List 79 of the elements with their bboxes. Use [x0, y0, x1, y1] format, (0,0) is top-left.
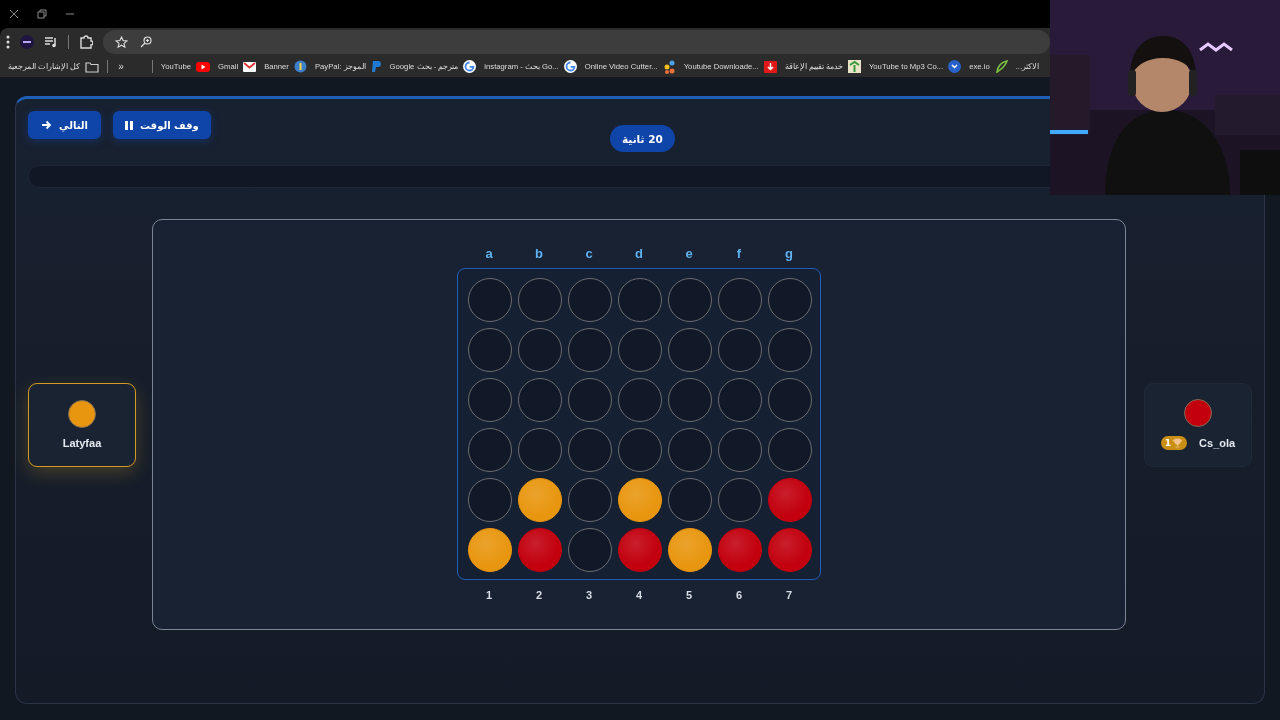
empty-slot[interactable]: [668, 278, 712, 322]
trophy-icon: [1172, 438, 1184, 448]
wins-badge: 1: [1160, 436, 1188, 450]
extension-icon[interactable]: [79, 35, 93, 49]
column-label: e: [684, 246, 694, 263]
globe-icon: [293, 60, 307, 73]
column-label: c: [584, 246, 594, 263]
empty-slot[interactable]: [468, 428, 512, 472]
empty-slot[interactable]: [718, 328, 762, 372]
empty-slot[interactable]: [768, 378, 812, 422]
restore-icon[interactable]: [37, 9, 47, 19]
empty-slot[interactable]: [768, 428, 812, 472]
leaf-icon: [994, 60, 1008, 73]
player-name: Latyfaa: [62, 437, 102, 449]
google-icon: [463, 60, 477, 73]
more-bookmarks-button[interactable]: »: [118, 61, 124, 72]
column-label: g: [784, 246, 794, 263]
column-label: a: [484, 246, 494, 263]
empty-slot[interactable]: [718, 378, 762, 422]
arrow-icon: [41, 120, 53, 130]
close-icon[interactable]: [9, 9, 19, 19]
empty-slot[interactable]: [768, 328, 812, 372]
column-number: 4: [634, 589, 644, 601]
column-number: 5: [684, 589, 694, 601]
empty-slot[interactable]: [568, 328, 612, 372]
paypal-icon: [370, 60, 382, 73]
play-icon: [196, 61, 211, 72]
folder-icon: [85, 60, 100, 73]
empty-slot[interactable]: [518, 378, 562, 422]
empty-slot[interactable]: [518, 328, 562, 372]
empty-slot[interactable]: [618, 278, 662, 322]
empty-slot[interactable]: [718, 428, 762, 472]
menu-icon[interactable]: [6, 35, 10, 49]
empty-slot[interactable]: [468, 328, 512, 372]
dots-icon: [662, 59, 676, 74]
empty-slot[interactable]: [568, 428, 612, 472]
board-disc[interactable]: [668, 528, 712, 572]
pause-button[interactable]: وقف الوقت: [113, 111, 211, 139]
column-number: 1: [484, 589, 494, 601]
empty-slot[interactable]: [618, 328, 662, 372]
empty-slot[interactable]: [468, 378, 512, 422]
empty-slot[interactable]: [668, 328, 712, 372]
player-name: Cs_ola: [1199, 437, 1236, 449]
column-number: 6: [734, 589, 744, 601]
column-label: d: [634, 246, 644, 263]
mail-icon: [243, 61, 257, 72]
empty-slot[interactable]: [718, 278, 762, 322]
empty-slot[interactable]: [618, 428, 662, 472]
star-icon[interactable]: [115, 35, 128, 49]
board-disc[interactable]: [468, 528, 512, 572]
download-icon: [763, 60, 777, 73]
empty-slot[interactable]: [668, 428, 712, 472]
board-disc[interactable]: [618, 478, 662, 522]
next-button[interactable]: التالي: [28, 111, 101, 139]
profile-icon[interactable]: [20, 35, 34, 49]
empty-slot[interactable]: [618, 378, 662, 422]
column-number: 2: [534, 589, 544, 601]
empty-slot[interactable]: [468, 278, 512, 322]
board-disc[interactable]: [518, 478, 562, 522]
empty-slot[interactable]: [668, 378, 712, 422]
column-label: f: [735, 246, 743, 263]
empty-slot[interactable]: [568, 278, 612, 322]
zoom-icon[interactable]: [140, 36, 152, 48]
column-label: b: [534, 246, 544, 263]
empty-slot[interactable]: [568, 378, 612, 422]
column-number: 7: [784, 589, 794, 601]
empty-slot[interactable]: [518, 278, 562, 322]
empty-slot[interactable]: [518, 428, 562, 472]
playlist-icon[interactable]: [44, 36, 58, 48]
pause-icon: [125, 120, 133, 130]
column-number: 3: [584, 589, 594, 601]
empty-slot[interactable]: [568, 528, 612, 572]
empty-slot[interactable]: [668, 478, 712, 522]
empty-slot[interactable]: [768, 278, 812, 322]
empty-slot[interactable]: [568, 478, 612, 522]
google-icon: [563, 60, 577, 73]
timer-badge: 20 ثانية: [610, 125, 675, 152]
empty-slot[interactable]: [718, 478, 762, 522]
empty-slot[interactable]: [468, 478, 512, 522]
